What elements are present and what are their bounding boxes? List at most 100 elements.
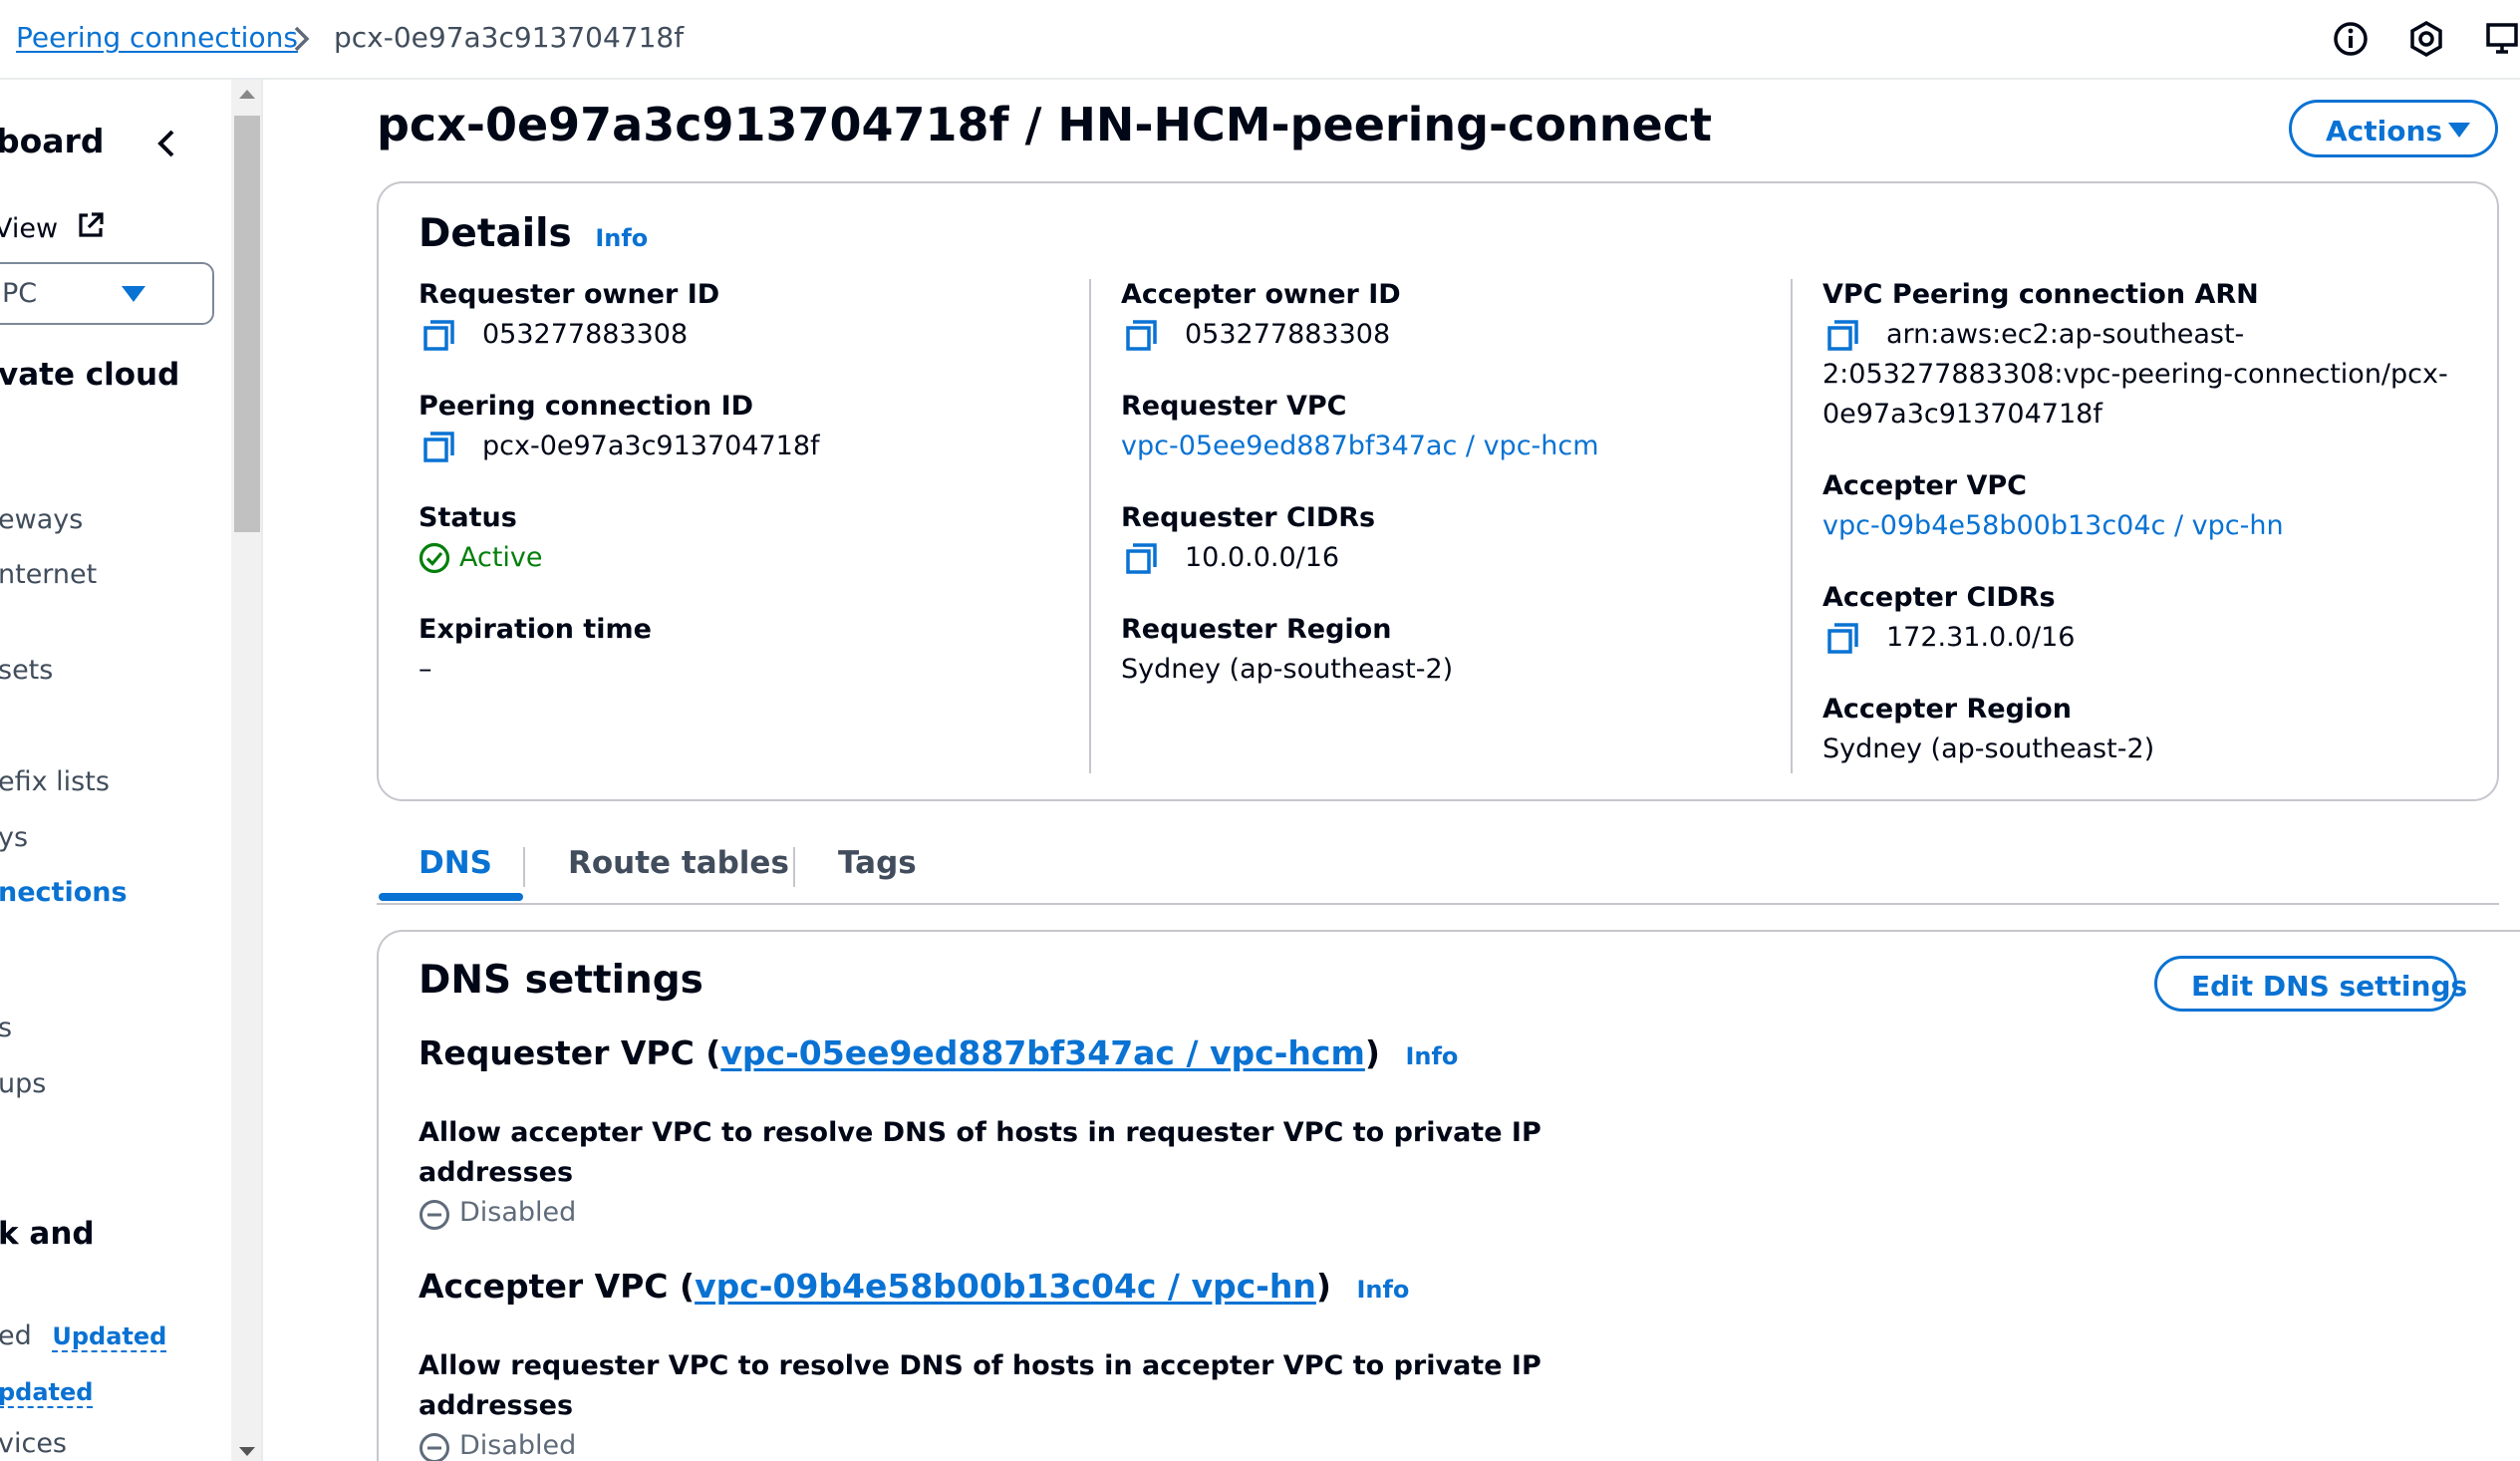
copy-icon[interactable] (1824, 620, 1862, 658)
accepter-allow-dns-label-line-2: addresses (419, 1390, 574, 1421)
sidebar-item-ed-label: ed (0, 1320, 32, 1351)
active-tab-indicator (379, 893, 523, 901)
accepter-region-value: Sydney (ap-southeast-2) (1822, 733, 2155, 764)
accepter-dns-status: Disabled (459, 1430, 577, 1461)
sidebar-dashboard-title[interactable]: board (0, 122, 104, 160)
caret-down-icon (2448, 123, 2470, 138)
vpc-peering-arn-line-2: 2:053277883308:vpc-peering-connection/pc… (1822, 359, 2448, 390)
side-navigation: board View PC vate cloud eways nternet s… (0, 80, 231, 1461)
edit-dns-settings-button[interactable]: Edit DNS settings (2154, 956, 2467, 1012)
actions-dropdown-button[interactable]: Actions (2289, 100, 2498, 157)
tab-tags[interactable]: Tags (838, 845, 917, 881)
sidebar-new-view-link[interactable]: View (0, 209, 107, 244)
actions-label: Actions (2326, 115, 2443, 147)
copy-icon[interactable] (420, 429, 458, 466)
external-link-icon (79, 212, 104, 237)
vpc-peering-arn-line-3: 0e97a3c913704718f (1822, 399, 2102, 430)
copy-icon[interactable] (1123, 540, 1161, 578)
peering-connection-id-label: Peering connection ID (419, 391, 754, 422)
details-panel: Details Info Requester owner ID 05327788… (377, 181, 2499, 801)
requester-dns-status: Disabled (459, 1197, 577, 1228)
copy-icon[interactable] (420, 317, 458, 355)
requester-cidrs-value: 10.0.0.0/16 (1185, 542, 1340, 573)
status-badge: Active (459, 542, 543, 573)
column-divider (1791, 279, 1793, 773)
vpc-peering-arn-label: VPC Peering connection ARN (1822, 279, 2259, 310)
requester-vpc-heading-prefix: Requester VPC ( (419, 1033, 721, 1072)
tab-separator (523, 847, 525, 887)
disabled-status-icon (420, 1433, 449, 1461)
sidebar-section-virtual-private-cloud[interactable]: vate cloud (0, 357, 179, 393)
sidebar-scrollbar[interactable] (231, 80, 263, 1461)
details-heading: Details Info (419, 211, 648, 256)
chevron-left-icon[interactable] (149, 124, 185, 163)
sidebar-section-network[interactable]: k and (0, 1216, 95, 1252)
copy-icon[interactable] (1824, 317, 1862, 355)
breadcrumb-current: pcx-0e97a3c913704718f (334, 21, 685, 54)
sidebar-item-peering-connections[interactable]: nections (0, 877, 128, 908)
accepter-vpc-label: Accepter VPC (1822, 470, 2027, 501)
hexagon-icon[interactable] (2407, 20, 2445, 58)
tab-route-tables[interactable]: Route tables (568, 845, 789, 881)
sidebar-item-ed[interactable]: ed Updated (0, 1320, 167, 1352)
sidebar-item-option-sets[interactable]: sets (0, 655, 53, 686)
expiration-time-value: – (419, 654, 432, 685)
details-info-link[interactable]: Info (595, 224, 648, 252)
requester-region-value: Sydney (ap-southeast-2) (1121, 654, 1454, 685)
peering-connection-id-value: pcx-0e97a3c913704718f (482, 431, 820, 461)
requester-vpc-info-link[interactable]: Info (1405, 1042, 1458, 1070)
accepter-vpc-info-link[interactable]: Info (1356, 1276, 1409, 1304)
accepter-vpc-heading: Accepter VPC (vpc-09b4e58b00b13c04c / vp… (419, 1267, 1409, 1306)
details-title: Details (419, 211, 572, 256)
scroll-down-arrow-icon[interactable] (239, 1447, 255, 1456)
vpc-peering-arn-line-1: arn:aws:ec2:ap-southeast- (1886, 319, 2245, 350)
requester-vpc-heading: Requester VPC (vpc-05ee9ed887bf347ac / v… (419, 1033, 1458, 1072)
updated-badge: Updated (52, 1322, 167, 1352)
requester-allow-dns-label-line-2: addresses (419, 1157, 574, 1188)
detail-tabs: DNS Route tables Tags (377, 835, 2499, 905)
sidebar-item-ys[interactable]: ys (0, 822, 28, 853)
chevron-right-icon (294, 26, 310, 52)
requester-vpc-label: Requester VPC (1121, 391, 1347, 422)
sidebar-item-groups[interactable]: ups (0, 1068, 46, 1099)
sidebar-item-gateways[interactable]: eways (0, 504, 83, 535)
breadcrumb-peering-connections-link[interactable]: Peering connections (16, 21, 298, 54)
scroll-up-arrow-icon[interactable] (239, 90, 255, 99)
requester-vpc-link[interactable]: vpc-05ee9ed887bf347ac / vpc-hcm (1121, 431, 1599, 461)
accepter-vpc-link[interactable]: vpc-09b4e58b00b13c04c / vpc-hn (1822, 510, 2284, 541)
caret-down-icon (122, 286, 145, 302)
vpc-filter-select[interactable]: PC (0, 262, 214, 325)
page-title: pcx-0e97a3c913704718f / HN-HCM-peering-c… (377, 98, 1712, 151)
dns-settings-title: DNS settings (419, 958, 703, 1003)
sidebar-item-updated[interactable]: pdated (0, 1376, 94, 1408)
disabled-status-icon (420, 1200, 449, 1230)
info-circle-icon[interactable] (2332, 20, 2370, 58)
sidebar-item-ls[interactable]: s (0, 1013, 12, 1043)
scrollbar-thumb[interactable] (234, 116, 260, 532)
screen-share-icon[interactable] (2485, 20, 2520, 58)
sidebar-item-prefix-lists[interactable]: efix lists (0, 766, 110, 797)
accepter-cidrs-label: Accepter CIDRs (1822, 582, 2056, 613)
copy-icon[interactable] (1123, 317, 1161, 355)
sidebar-item-internet[interactable]: nternet (0, 559, 97, 590)
tab-separator (793, 847, 795, 887)
dns-accepter-vpc-link[interactable]: vpc-09b4e58b00b13c04c / vpc-hn (695, 1267, 1316, 1306)
sidebar-new-view-label: View (0, 213, 59, 244)
column-divider (1089, 279, 1091, 773)
accepter-cidrs-value: 172.31.0.0/16 (1886, 622, 2076, 653)
sidebar-item-services[interactable]: vices (0, 1428, 67, 1459)
accepter-allow-dns-label-line-1: Allow requester VPC to resolve DNS of ho… (419, 1350, 1541, 1381)
requester-cidrs-label: Requester CIDRs (1121, 502, 1376, 533)
requester-allow-dns-label-line-1: Allow accepter VPC to resolve DNS of hos… (419, 1117, 1541, 1148)
accepter-vpc-heading-prefix: Accepter VPC ( (419, 1267, 696, 1306)
expiration-time-label: Expiration time (419, 614, 652, 645)
requester-region-label: Requester Region (1121, 614, 1392, 645)
requester-owner-id-label: Requester owner ID (419, 279, 720, 310)
updated-badge: pdated (0, 1378, 94, 1408)
status-success-icon (419, 542, 450, 574)
accepter-region-label: Accepter Region (1822, 694, 2072, 725)
requester-owner-id-value: 053277883308 (482, 319, 689, 350)
dns-requester-vpc-link[interactable]: vpc-05ee9ed887bf347ac / vpc-hcm (720, 1033, 1364, 1072)
tab-dns[interactable]: DNS (419, 845, 492, 881)
top-navigation-bar: Peering connections pcx-0e97a3c913704718… (0, 0, 2520, 80)
